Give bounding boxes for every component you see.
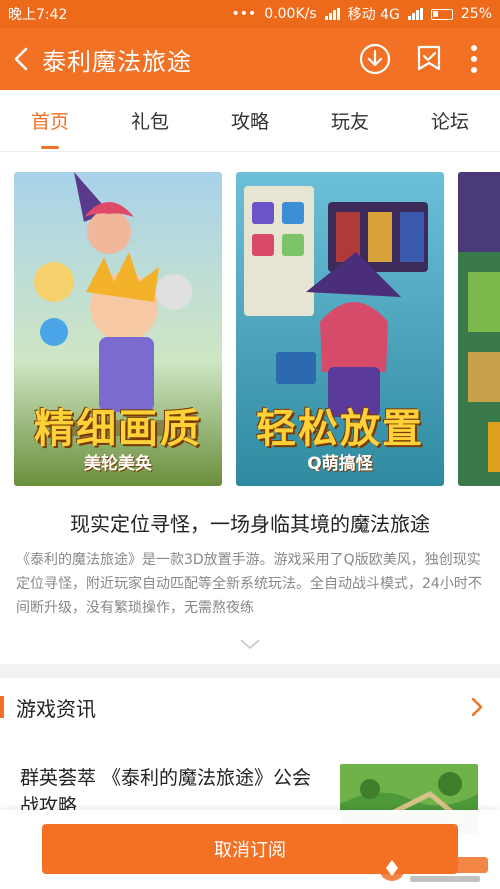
chevron-right-icon[interactable]: [470, 696, 484, 718]
screenshot-3[interactable]: [458, 172, 500, 486]
status-dots: •••: [231, 6, 257, 22]
battery-level: 25%: [460, 6, 492, 22]
news-section-header[interactable]: 游戏资讯: [0, 682, 500, 732]
network-speed: 0.00K/s: [264, 6, 317, 22]
more-button[interactable]: [460, 36, 488, 82]
tab-bar: 首页 礼包 攻略 玩友 论坛: [0, 90, 500, 152]
back-arrow-icon: [14, 47, 28, 71]
signal-icon: [324, 8, 340, 20]
news-section-title: 游戏资讯: [16, 696, 96, 721]
screenshot-gallery[interactable]: 精细画质 美轮美奂 轻松放置 Q萌搞怪: [0, 172, 500, 486]
bookmark-icon: [417, 45, 441, 71]
status-time: 晚上7:42: [8, 7, 68, 23]
tab-gifts[interactable]: 礼包: [100, 90, 200, 151]
battery-icon: [430, 8, 453, 20]
download-icon: [359, 43, 391, 75]
tab-home[interactable]: 首页: [0, 90, 100, 151]
bottom-action-bar: 取消订阅: [0, 810, 500, 889]
screenshot-2-subcaption: Q萌搞怪: [307, 454, 373, 474]
status-bar: 晚上7:42 ••• 0.00K/s 移动 4G 25%: [0, 0, 500, 28]
section-divider: [0, 664, 500, 678]
download-button[interactable]: [352, 36, 398, 82]
tab-players[interactable]: 玩友: [300, 90, 400, 151]
screenshot-2-caption: 轻松放置: [256, 405, 424, 452]
tab-guides[interactable]: 攻略: [200, 90, 300, 151]
tab-forum[interactable]: 论坛: [400, 90, 500, 151]
screenshot-3-art: [458, 172, 500, 486]
chevron-down-icon[interactable]: [238, 636, 262, 652]
screenshot-1-subcaption: 美轮美奂: [84, 454, 152, 474]
watermark-logo-icon: [379, 855, 488, 882]
page-title: 泰利魔法旅途: [42, 47, 192, 76]
screenshot-1[interactable]: 精细画质 美轮美奂: [14, 172, 222, 486]
screenshot-2[interactable]: 轻松放置 Q萌搞怪: [236, 172, 444, 486]
back-button[interactable]: [0, 28, 42, 90]
intro-description: 《泰利的魔法旅途》是一款3D放置手游。游戏采用了Q版欧美风，独创现实定位寻怪，附…: [16, 552, 482, 616]
carrier-label: 移动 4G: [347, 7, 400, 23]
bookmark-button[interactable]: [406, 36, 452, 82]
more-icon: [471, 45, 477, 73]
app-bar: 泰利魔法旅途: [0, 28, 500, 90]
intro-headline: 现实定位寻怪，一场身临其境的魔法旅途: [70, 512, 430, 536]
screenshot-1-caption: 精细画质: [34, 405, 202, 452]
signal-strength-icon: [407, 8, 423, 20]
section-accent-bar: [0, 696, 4, 718]
